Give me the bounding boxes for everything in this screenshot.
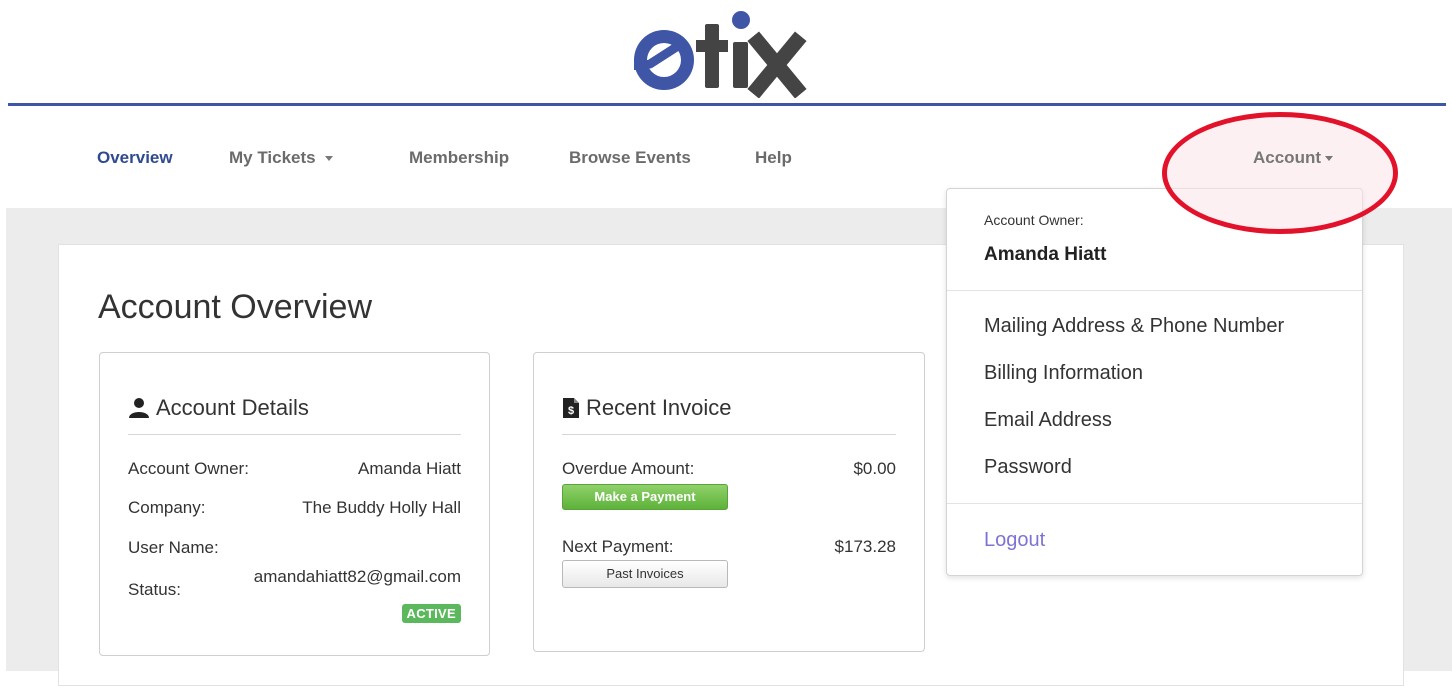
nav-membership[interactable]: Membership — [409, 148, 509, 168]
recent-invoice-heading: $ Recent Invoice — [562, 395, 732, 421]
account-details-heading: Account Details — [128, 395, 309, 421]
account-menu-label: Account — [1253, 148, 1321, 167]
nav-my-tickets-label: My Tickets — [229, 148, 316, 167]
card-divider — [562, 434, 896, 435]
nav-help[interactable]: Help — [755, 148, 792, 168]
make-payment-button[interactable]: Make a Payment — [562, 484, 728, 510]
chevron-down-icon — [1325, 156, 1333, 162]
dropdown-owner-label: Account Owner: — [984, 212, 1084, 228]
account-details-card: Account Details Account Owner: Amanda Hi… — [99, 352, 490, 656]
etix-logo[interactable] — [0, 0, 1452, 100]
menu-item-billing-information[interactable]: Billing Information — [984, 362, 1143, 385]
dropdown-owner-name: Amanda Hiatt — [984, 244, 1107, 265]
next-payment-value: $173.28 — [834, 537, 896, 556]
nav-overview[interactable]: Overview — [97, 148, 173, 168]
dropdown-divider — [947, 503, 1362, 504]
svg-text:$: $ — [568, 405, 574, 417]
menu-item-email-address[interactable]: Email Address — [984, 409, 1112, 432]
account-owner-label: Account Owner: — [128, 459, 249, 478]
menu-item-mailing-address[interactable]: Mailing Address & Phone Number — [984, 315, 1284, 338]
past-invoices-button[interactable]: Past Invoices — [562, 560, 728, 588]
status-badge: ACTIVE — [401, 604, 461, 623]
etix-logo-mark — [634, 11, 807, 98]
account-dropdown-menu: Account Owner: Amanda Hiatt Mailing Addr… — [946, 188, 1363, 576]
nav-my-tickets[interactable]: My Tickets — [229, 148, 333, 168]
recent-invoice-card: $ Recent Invoice Overdue Amount: $0.00 M… — [533, 352, 925, 652]
company-value: The Buddy Holly Hall — [302, 498, 461, 517]
page-title: Account Overview — [98, 288, 372, 326]
menu-item-password[interactable]: Password — [984, 456, 1072, 479]
user-icon — [129, 398, 149, 418]
company-label: Company: — [128, 498, 206, 517]
overdue-amount-value: $0.00 — [853, 459, 896, 478]
next-payment-label: Next Payment: — [562, 537, 674, 556]
account-details-title: Account Details — [156, 395, 309, 420]
recent-invoice-title: Recent Invoice — [586, 395, 732, 420]
account-owner-value: Amanda Hiatt — [358, 459, 461, 478]
card-divider — [128, 434, 461, 435]
dropdown-divider — [947, 290, 1362, 291]
chevron-down-icon — [324, 156, 333, 162]
menu-item-logout[interactable]: Logout — [984, 529, 1045, 552]
invoice-icon: $ — [563, 398, 579, 418]
nav-browse-events[interactable]: Browse Events — [569, 148, 691, 168]
account-menu-toggle[interactable]: Account — [1253, 148, 1333, 168]
annotation-highlight-circle — [1162, 112, 1398, 234]
overdue-amount-label: Overdue Amount: — [562, 459, 695, 478]
user-name-label: User Name: — [128, 538, 219, 557]
user-name-value: amandahiatt82@gmail.com — [253, 567, 461, 586]
status-label: Status: — [128, 580, 181, 599]
